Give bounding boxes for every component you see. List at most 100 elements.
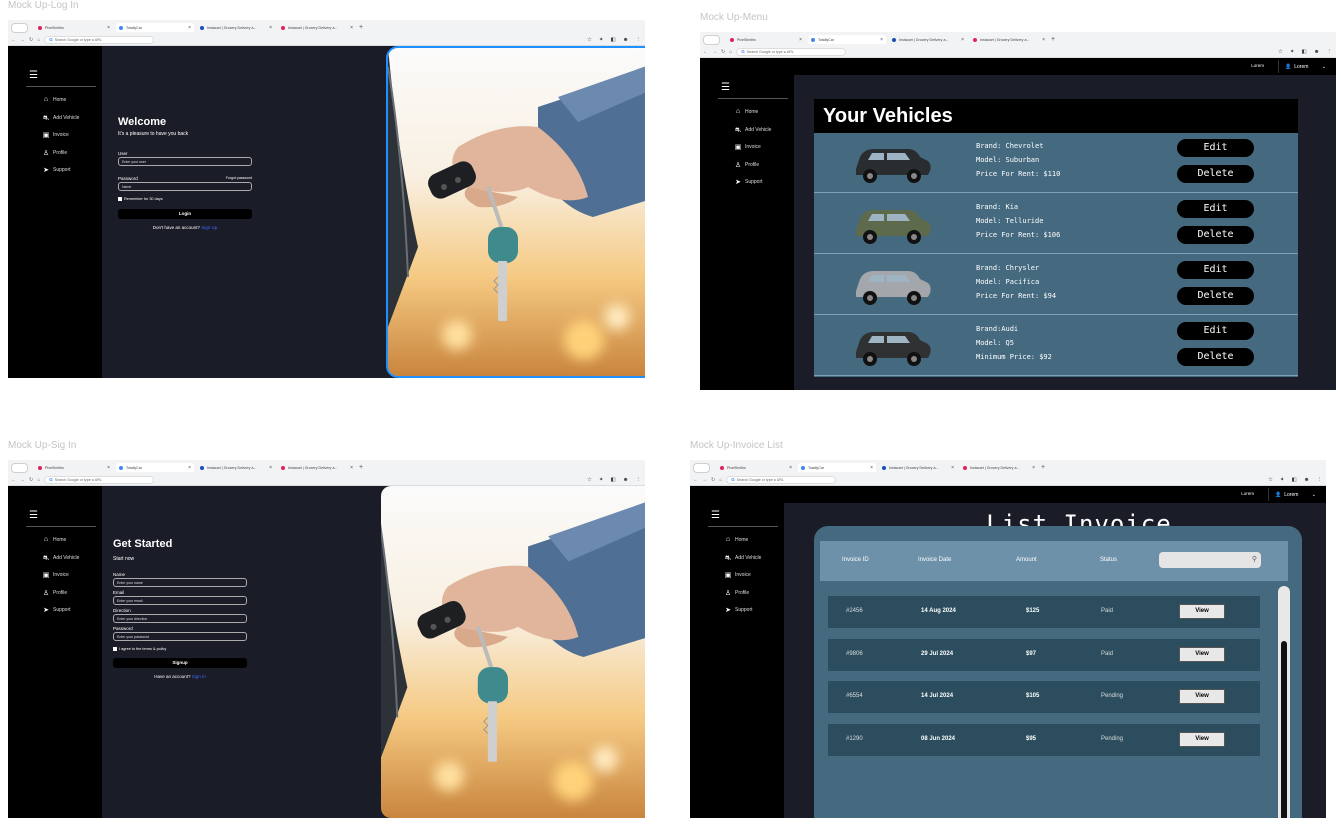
new-tab-button[interactable]: + (359, 464, 363, 471)
hamburger-menu-icon[interactable]: ☰ (29, 510, 38, 521)
browser-tab[interactable]: Instacart | Grocery Delivery a... × (889, 35, 967, 44)
browser-tab[interactable]: Instacart | Grocery Delivery a... × (278, 23, 356, 32)
browser-tab[interactable]: Instacart | Grocery Delivery a... × (197, 463, 275, 472)
user-menu[interactable]: 👤 Lorem ⌄ (1278, 60, 1330, 73)
close-icon[interactable]: × (107, 25, 110, 31)
reload-icon[interactable]: ↻ (29, 477, 33, 483)
home-icon[interactable]: ⌂ (719, 477, 722, 483)
browser-tab[interactable]: PixelSmiths × (717, 463, 795, 472)
signup-link[interactable]: Sign Up (201, 225, 217, 230)
browser-tab[interactable]: PixelSmiths × (727, 35, 805, 44)
sidebar-item-support[interactable]: ➤ Support (42, 166, 70, 174)
url-input[interactable]: G Search Google or type a URL (44, 35, 155, 44)
close-icon[interactable]: × (1042, 37, 1045, 43)
sidebar-item-home[interactable]: ⌂ Home (42, 536, 66, 543)
invoice-search-input[interactable]: ⚲ (1159, 552, 1261, 568)
url-input[interactable]: G Search Google or type a URL (726, 475, 837, 484)
star-icon[interactable]: ☆ (1268, 477, 1273, 483)
reload-icon[interactable]: ↻ (711, 477, 715, 483)
sidepanel-icon[interactable]: ◧ (611, 477, 616, 483)
name-input[interactable]: Enter your name (113, 578, 247, 587)
sidebar-item-profile[interactable]: ♙ Profile (724, 589, 749, 597)
back-icon[interactable]: ← (703, 49, 708, 55)
browser-tab[interactable]: TotallyCar × (116, 463, 194, 472)
more-icon[interactable]: ⋮ (1317, 477, 1323, 483)
sidebar-item-home[interactable]: ⌂ Home (724, 536, 748, 543)
sidepanel-icon[interactable]: ◧ (1302, 49, 1307, 55)
close-icon[interactable]: × (188, 25, 191, 31)
reload-icon[interactable]: ↻ (29, 37, 33, 43)
close-icon[interactable]: × (1032, 465, 1035, 471)
topbar-link[interactable]: Lorem (1251, 63, 1264, 68)
sidebar-item-add-vehicle[interactable]: ⛐ Add Vehicle (734, 126, 771, 135)
new-tab-button[interactable]: + (1041, 464, 1045, 471)
extensions-icon[interactable]: ✦ (599, 477, 604, 483)
hamburger-menu-icon[interactable]: ☰ (29, 70, 38, 81)
close-icon[interactable]: × (880, 37, 883, 43)
email-input[interactable]: Enter your email (113, 596, 247, 605)
edit-button[interactable]: Edit (1177, 200, 1254, 218)
back-icon[interactable]: ← (693, 477, 698, 483)
url-input[interactable]: G Search Google or type a URL (44, 475, 155, 484)
delete-button[interactable]: Delete (1177, 287, 1254, 305)
sidebar-item-support[interactable]: ➤ Support (734, 178, 762, 186)
more-icon[interactable]: ⋮ (1327, 49, 1333, 55)
view-button[interactable]: View (1179, 604, 1225, 619)
forward-icon[interactable]: → (712, 49, 717, 55)
avatar-icon[interactable]: ☻ (623, 37, 629, 43)
star-icon[interactable]: ☆ (1278, 49, 1283, 55)
forward-icon[interactable]: → (20, 37, 25, 43)
new-tab-button[interactable]: + (1051, 36, 1055, 43)
browser-tab[interactable]: Instacart | Grocery Delivery a... × (278, 463, 356, 472)
sidebar-item-support[interactable]: ➤ Support (724, 606, 752, 614)
sidebar-item-invoice[interactable]: ▣ Invoice (42, 131, 69, 139)
edit-button[interactable]: Edit (1177, 322, 1254, 340)
home-icon[interactable]: ⌂ (729, 49, 732, 55)
new-tab-button[interactable]: + (359, 24, 363, 31)
view-button[interactable]: View (1179, 689, 1225, 704)
avatar-icon[interactable]: ☻ (623, 477, 629, 483)
sidepanel-icon[interactable]: ◧ (1292, 477, 1297, 483)
avatar-icon[interactable]: ☻ (1304, 477, 1310, 483)
direction-input[interactable]: Enter your direction (113, 614, 247, 623)
hamburger-menu-icon[interactable]: ☰ (721, 82, 730, 93)
view-button[interactable]: View (1179, 731, 1225, 747)
view-button[interactable]: View (1179, 646, 1225, 662)
more-icon[interactable]: ⋮ (636, 477, 642, 483)
url-input[interactable]: G Search Google or type a URL (736, 47, 847, 56)
sidebar-item-add-vehicle[interactable]: ⛐ Add Vehicle (724, 554, 761, 563)
forward-icon[interactable]: → (702, 477, 707, 483)
reload-icon[interactable]: ↻ (721, 49, 725, 55)
sidebar-item-add-vehicle[interactable]: ⛐ Add Vehicle (42, 554, 79, 563)
remember-checkbox-row[interactable]: Remember for 30 days (118, 197, 252, 201)
password-input[interactable]: Name (118, 182, 252, 191)
sidebar-item-invoice[interactable]: ▣ Invoice (724, 571, 751, 579)
close-icon[interactable]: × (350, 25, 353, 31)
home-icon[interactable]: ⌂ (37, 37, 40, 43)
back-icon[interactable]: ← (11, 477, 16, 483)
sidebar-item-invoice[interactable]: ▣ Invoice (734, 143, 761, 151)
close-icon[interactable]: × (269, 465, 272, 471)
close-icon[interactable]: × (870, 465, 873, 471)
browser-tab[interactable]: PixelSmiths × (35, 463, 113, 472)
close-icon[interactable]: × (789, 465, 792, 471)
edit-button[interactable]: Edit (1177, 261, 1254, 279)
password-input[interactable]: Enter your password (113, 632, 247, 641)
sidebar-item-profile[interactable]: ♙ Profile (42, 149, 67, 157)
agree-checkbox[interactable] (113, 647, 117, 651)
browser-tab[interactable]: Instacart | Grocery Delivery a... × (197, 23, 275, 32)
user-input[interactable]: Enter your user (118, 157, 252, 166)
sidebar-item-home[interactable]: ⌂ Home (42, 96, 66, 103)
sidebar-item-invoice[interactable]: ▣ Invoice (42, 571, 69, 579)
star-icon[interactable]: ☆ (587, 477, 592, 483)
scrollbar-thumb[interactable] (1281, 641, 1287, 818)
sidebar-item-profile[interactable]: ♙ Profile (734, 161, 759, 169)
login-button[interactable]: Login (118, 209, 252, 219)
forgot-password-link[interactable]: Forgot password (226, 176, 252, 180)
agree-checkbox-row[interactable]: I agree to the terms & policy (113, 647, 247, 651)
close-icon[interactable]: × (799, 37, 802, 43)
signin-link[interactable]: Sign In (192, 674, 206, 679)
signup-button[interactable]: Signup (113, 658, 247, 668)
browser-tab[interactable]: Instacart | Grocery Delivery a... × (960, 463, 1038, 472)
close-icon[interactable]: × (188, 465, 191, 471)
